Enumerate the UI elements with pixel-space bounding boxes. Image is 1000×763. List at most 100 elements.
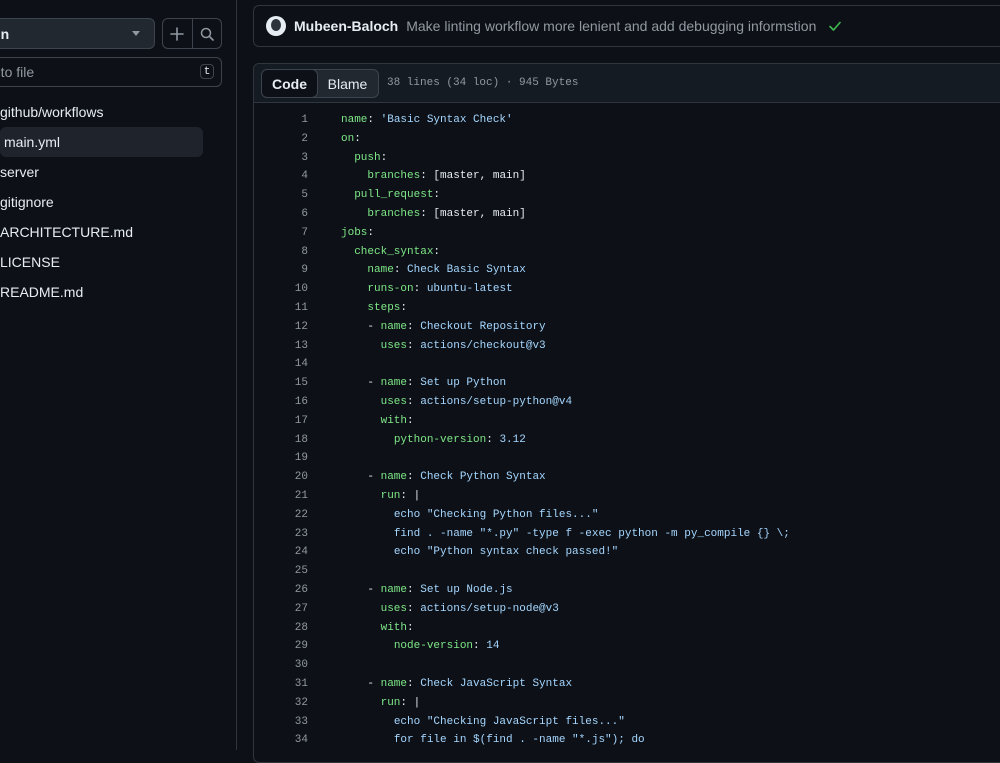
- yaml-value: actions/setup-python@v4: [413, 395, 573, 408]
- code-line[interactable]: 24 echo "Python syntax check passed!": [254, 543, 1000, 562]
- line-number[interactable]: 33: [254, 713, 308, 732]
- yaml-value: ubuntu-latest: [420, 283, 513, 296]
- line-number[interactable]: 20: [254, 468, 308, 487]
- tree-item-architecture-md[interactable]: ARCHITECTURE.md: [0, 217, 237, 247]
- code-line[interactable]: 4 branches: [master, main]: [254, 167, 1000, 186]
- line-number[interactable]: 30: [254, 656, 308, 675]
- code-line[interactable]: 2 on:: [254, 130, 1000, 149]
- line-number[interactable]: 34: [254, 731, 308, 750]
- code-line[interactable]: 13 uses: actions/checkout@v3: [254, 337, 1000, 356]
- code-line[interactable]: 20 - name: Check Python Syntax: [254, 468, 1000, 487]
- tab-blame[interactable]: Blame: [317, 70, 378, 97]
- line-content: echo "Python syntax check passed!": [341, 543, 618, 562]
- line-content: jobs:: [341, 226, 375, 239]
- branch-selector[interactable]: ain: [0, 18, 155, 49]
- code-line[interactable]: 11 steps:: [254, 299, 1000, 318]
- avatar[interactable]: [266, 16, 286, 36]
- line-number[interactable]: 2: [254, 130, 308, 149]
- tab-code[interactable]: Code: [262, 70, 318, 97]
- code-line[interactable]: 17 with:: [254, 412, 1000, 431]
- line-number[interactable]: 13: [254, 337, 308, 356]
- tree-item-server-folder[interactable]: server: [0, 157, 237, 187]
- tree-item-main-yml[interactable]: main.yml: [0, 127, 203, 157]
- code-line[interactable]: 33 echo "Checking JavaScript files...": [254, 713, 1000, 732]
- code-lines[interactable]: 1 name: 'Basic Syntax Check' 2 on: 3 push: 4 …: [254, 111, 1000, 750]
- commit-author-link[interactable]: Mubeen-Baloch: [294, 18, 398, 34]
- line-number[interactable]: 29: [254, 637, 308, 656]
- code-line[interactable]: 27 uses: actions/setup-node@v3: [254, 600, 1000, 619]
- line-number[interactable]: 14: [254, 355, 308, 374]
- tree-item-workflows-folder[interactable]: github/workflows: [0, 97, 237, 127]
- line-number[interactable]: 3: [254, 149, 308, 168]
- line-number[interactable]: 32: [254, 694, 308, 713]
- line-content: steps:: [367, 301, 408, 314]
- line-number[interactable]: 4: [254, 167, 308, 186]
- search-button[interactable]: [191, 19, 222, 48]
- code-line[interactable]: 10 runs-on: ubuntu-latest: [254, 280, 1000, 299]
- line-number[interactable]: 16: [254, 393, 308, 412]
- line-number[interactable]: 24: [254, 543, 308, 562]
- code-line[interactable]: 25: [254, 562, 1000, 581]
- code-line[interactable]: 12 - name: Checkout Repository: [254, 318, 1000, 337]
- line-number[interactable]: 23: [254, 525, 308, 544]
- code-line[interactable]: 31 - name: Check JavaScript Syntax: [254, 675, 1000, 694]
- yaml-key: runs-on: [367, 283, 414, 296]
- code-panel: Code Blame 38 lines (34 loc) · 945 Bytes…: [253, 63, 1000, 763]
- code-line[interactable]: 6 branches: [master, main]: [254, 205, 1000, 224]
- yaml-key: python-version: [393, 433, 487, 446]
- tree-item-gitignore[interactable]: gitignore: [0, 187, 237, 217]
- line-number[interactable]: 15: [254, 374, 308, 393]
- line-number[interactable]: 11: [254, 299, 308, 318]
- code-line[interactable]: 29 node-version: 14: [254, 637, 1000, 656]
- add-file-button[interactable]: [163, 19, 192, 48]
- line-content: echo "Checking Python files...": [341, 506, 599, 525]
- line-number[interactable]: 5: [254, 186, 308, 205]
- line-content: uses: actions/setup-node@v3: [380, 602, 559, 615]
- commit-message-link[interactable]: Make linting workflow more lenient and a…: [406, 18, 816, 34]
- code-line[interactable]: 23 find . -name "*.py" -type f -exec pyt…: [254, 525, 1000, 544]
- check-icon[interactable]: [828, 19, 842, 33]
- tree-item-license[interactable]: LICENSE: [0, 247, 237, 277]
- line-number[interactable]: 21: [254, 487, 308, 506]
- line-number[interactable]: 7: [254, 224, 308, 243]
- line-content: branches: [master, main]: [367, 170, 526, 183]
- code-line[interactable]: 7 jobs:: [254, 224, 1000, 243]
- line-number[interactable]: 9: [254, 261, 308, 280]
- line-number[interactable]: 17: [254, 412, 308, 431]
- code-line[interactable]: 34 for file in $(find . -name "*.js"); d…: [254, 731, 1000, 750]
- line-number[interactable]: 27: [254, 600, 308, 619]
- line-number[interactable]: 12: [254, 318, 308, 337]
- code-line[interactable]: 22 echo "Checking Python files...": [254, 506, 1000, 525]
- code-line[interactable]: 30: [254, 656, 1000, 675]
- line-number[interactable]: 26: [254, 581, 308, 600]
- line-number[interactable]: 28: [254, 619, 308, 638]
- code-line[interactable]: 1 name: 'Basic Syntax Check': [254, 111, 1000, 130]
- code-line[interactable]: 14: [254, 355, 1000, 374]
- line-number[interactable]: 1: [254, 111, 308, 130]
- go-to-file-field[interactable]: t: [0, 57, 222, 87]
- code-line[interactable]: 9 name: Check Basic Syntax: [254, 261, 1000, 280]
- line-number[interactable]: 8: [254, 243, 308, 262]
- line-number[interactable]: 31: [254, 675, 308, 694]
- line-content: runs-on: ubuntu-latest: [367, 283, 513, 296]
- code-line[interactable]: 18 python-version: 3.12: [254, 431, 1000, 450]
- code-line[interactable]: 3 push:: [254, 149, 1000, 168]
- line-number[interactable]: 10: [254, 280, 308, 299]
- code-line[interactable]: 8 check_syntax:: [254, 243, 1000, 262]
- go-to-file-input[interactable]: [0, 64, 169, 80]
- line-number[interactable]: 6: [254, 205, 308, 224]
- line-number[interactable]: 19: [254, 449, 308, 468]
- code-line[interactable]: 21 run: |: [254, 487, 1000, 506]
- line-number[interactable]: 18: [254, 431, 308, 450]
- code-line[interactable]: 15 - name: Set up Python: [254, 374, 1000, 393]
- code-line[interactable]: 26 - name: Set up Node.js: [254, 581, 1000, 600]
- code-line[interactable]: 28 with:: [254, 619, 1000, 638]
- yaml-key: name: [341, 114, 368, 126]
- code-line[interactable]: 19: [254, 449, 1000, 468]
- code-line[interactable]: 5 pull_request:: [254, 186, 1000, 205]
- line-number[interactable]: 25: [254, 562, 308, 581]
- tree-item-readme-md[interactable]: README.md: [0, 277, 237, 307]
- code-line[interactable]: 16 uses: actions/setup-python@v4: [254, 393, 1000, 412]
- line-number[interactable]: 22: [254, 506, 308, 525]
- code-line[interactable]: 32 run: |: [254, 694, 1000, 713]
